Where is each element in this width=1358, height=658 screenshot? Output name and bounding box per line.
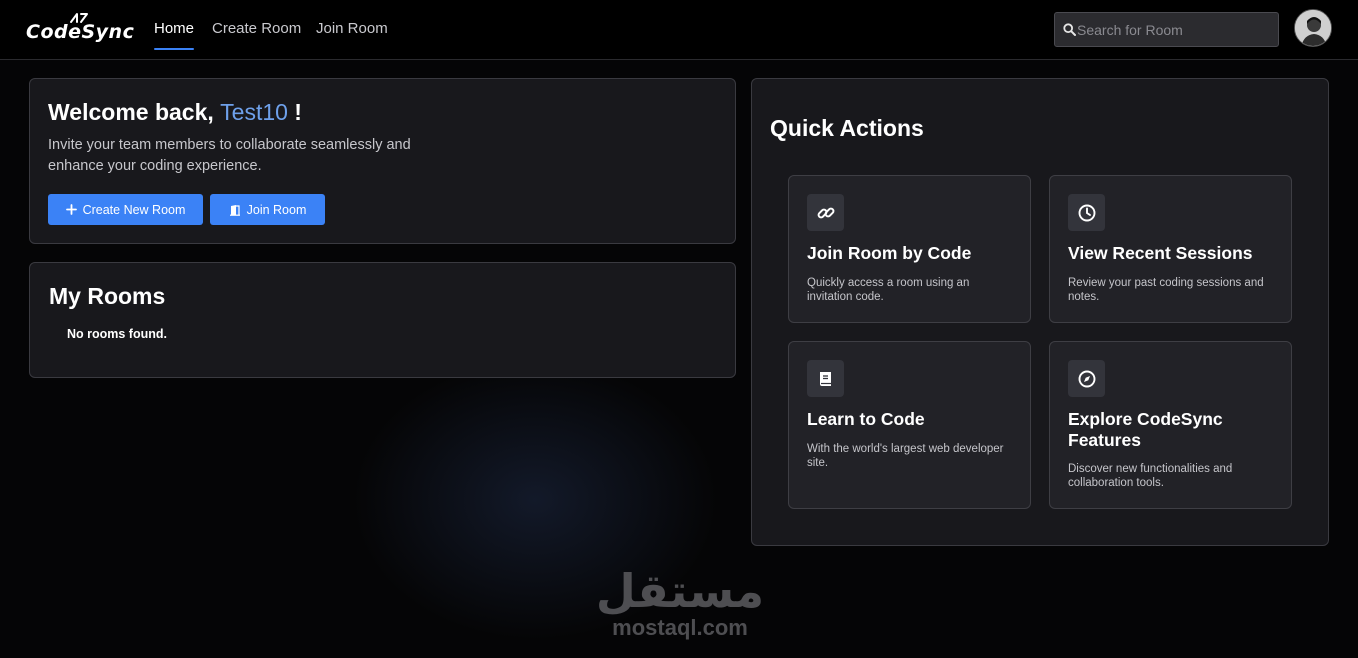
clock-icon [1078,204,1095,221]
join-room-button[interactable]: Join Room [210,194,325,225]
nav-link-create-room[interactable]: Create Room [212,20,301,37]
welcome-exclaim: ! [287,99,302,125]
tile-icon-box [807,194,844,231]
watermark-latin: mostaql.com [612,615,748,640]
tile-title: Explore CodeSync Features [1068,409,1223,450]
search-input[interactable] [1077,13,1275,46]
join-room-label: Join Room [246,202,307,217]
watermark-arabic: مستقل [595,564,765,618]
tile-learn-to-code[interactable]: Learn to Code With the world's largest w… [788,341,1031,509]
search-icon [1063,23,1076,36]
tile-description: Review your past coding sessions and not… [1068,277,1264,303]
search-box[interactable] [1054,12,1279,47]
tile-title: Join Room by Code [807,243,972,263]
create-new-room-label: Create New Room [82,202,186,217]
avatar-person-icon [1295,10,1331,46]
tile-title: Learn to Code [807,409,925,429]
tile-description: With the world's largest web developer s… [807,443,1004,469]
tile-join-room-by-code[interactable]: Join Room by Code Quickly access a room … [788,175,1031,323]
quick-actions-card: Quick Actions Join Room by Code Quickly … [751,78,1329,546]
tile-icon-box [1068,194,1105,231]
link-icon [817,207,834,218]
tile-icon-box [807,360,844,397]
my-rooms-card: My Rooms No rooms found. [29,262,736,378]
welcome-card: Welcome back, Test10 ! Invite your team … [29,78,736,244]
welcome-username: Test10 [220,99,288,125]
welcome-greeting: Welcome back, [48,99,221,125]
mostaql-watermark: مستقل mostaql.com [590,565,770,645]
compass-icon [1078,370,1095,387]
codesync-logo[interactable]: CodeSync [26,12,140,48]
top-navbar: CodeSync Home Create Room Join Room [0,0,1358,60]
tile-title: View Recent Sessions [1068,243,1253,263]
tile-description: Quickly access a room using an invitatio… [807,277,970,303]
plus-icon [65,204,77,215]
tile-description: Discover new functionalities and collabo… [1068,463,1233,489]
create-new-room-button[interactable]: Create New Room [48,194,203,225]
logo-text: CodeSync [26,21,135,43]
tile-icon-box [1068,360,1105,397]
tile-view-recent-sessions[interactable]: View Recent Sessions Review your past co… [1049,175,1292,323]
nav-link-home[interactable]: Home [154,20,194,37]
quick-actions-title: Quick Actions [770,115,924,141]
nav-link-join-room[interactable]: Join Room [316,20,388,37]
tile-explore-codesync-features[interactable]: Explore CodeSync Features Discover new f… [1049,341,1292,509]
no-rooms-message: No rooms found. [67,327,167,341]
welcome-heading: Welcome back, Test10 ! [48,99,302,126]
user-avatar[interactable] [1294,9,1332,47]
welcome-description: Invite your team members to collaborate … [48,137,411,174]
door-icon [229,204,240,216]
book-icon [819,371,831,386]
my-rooms-title: My Rooms [49,283,166,309]
nav-active-underline [154,48,194,50]
